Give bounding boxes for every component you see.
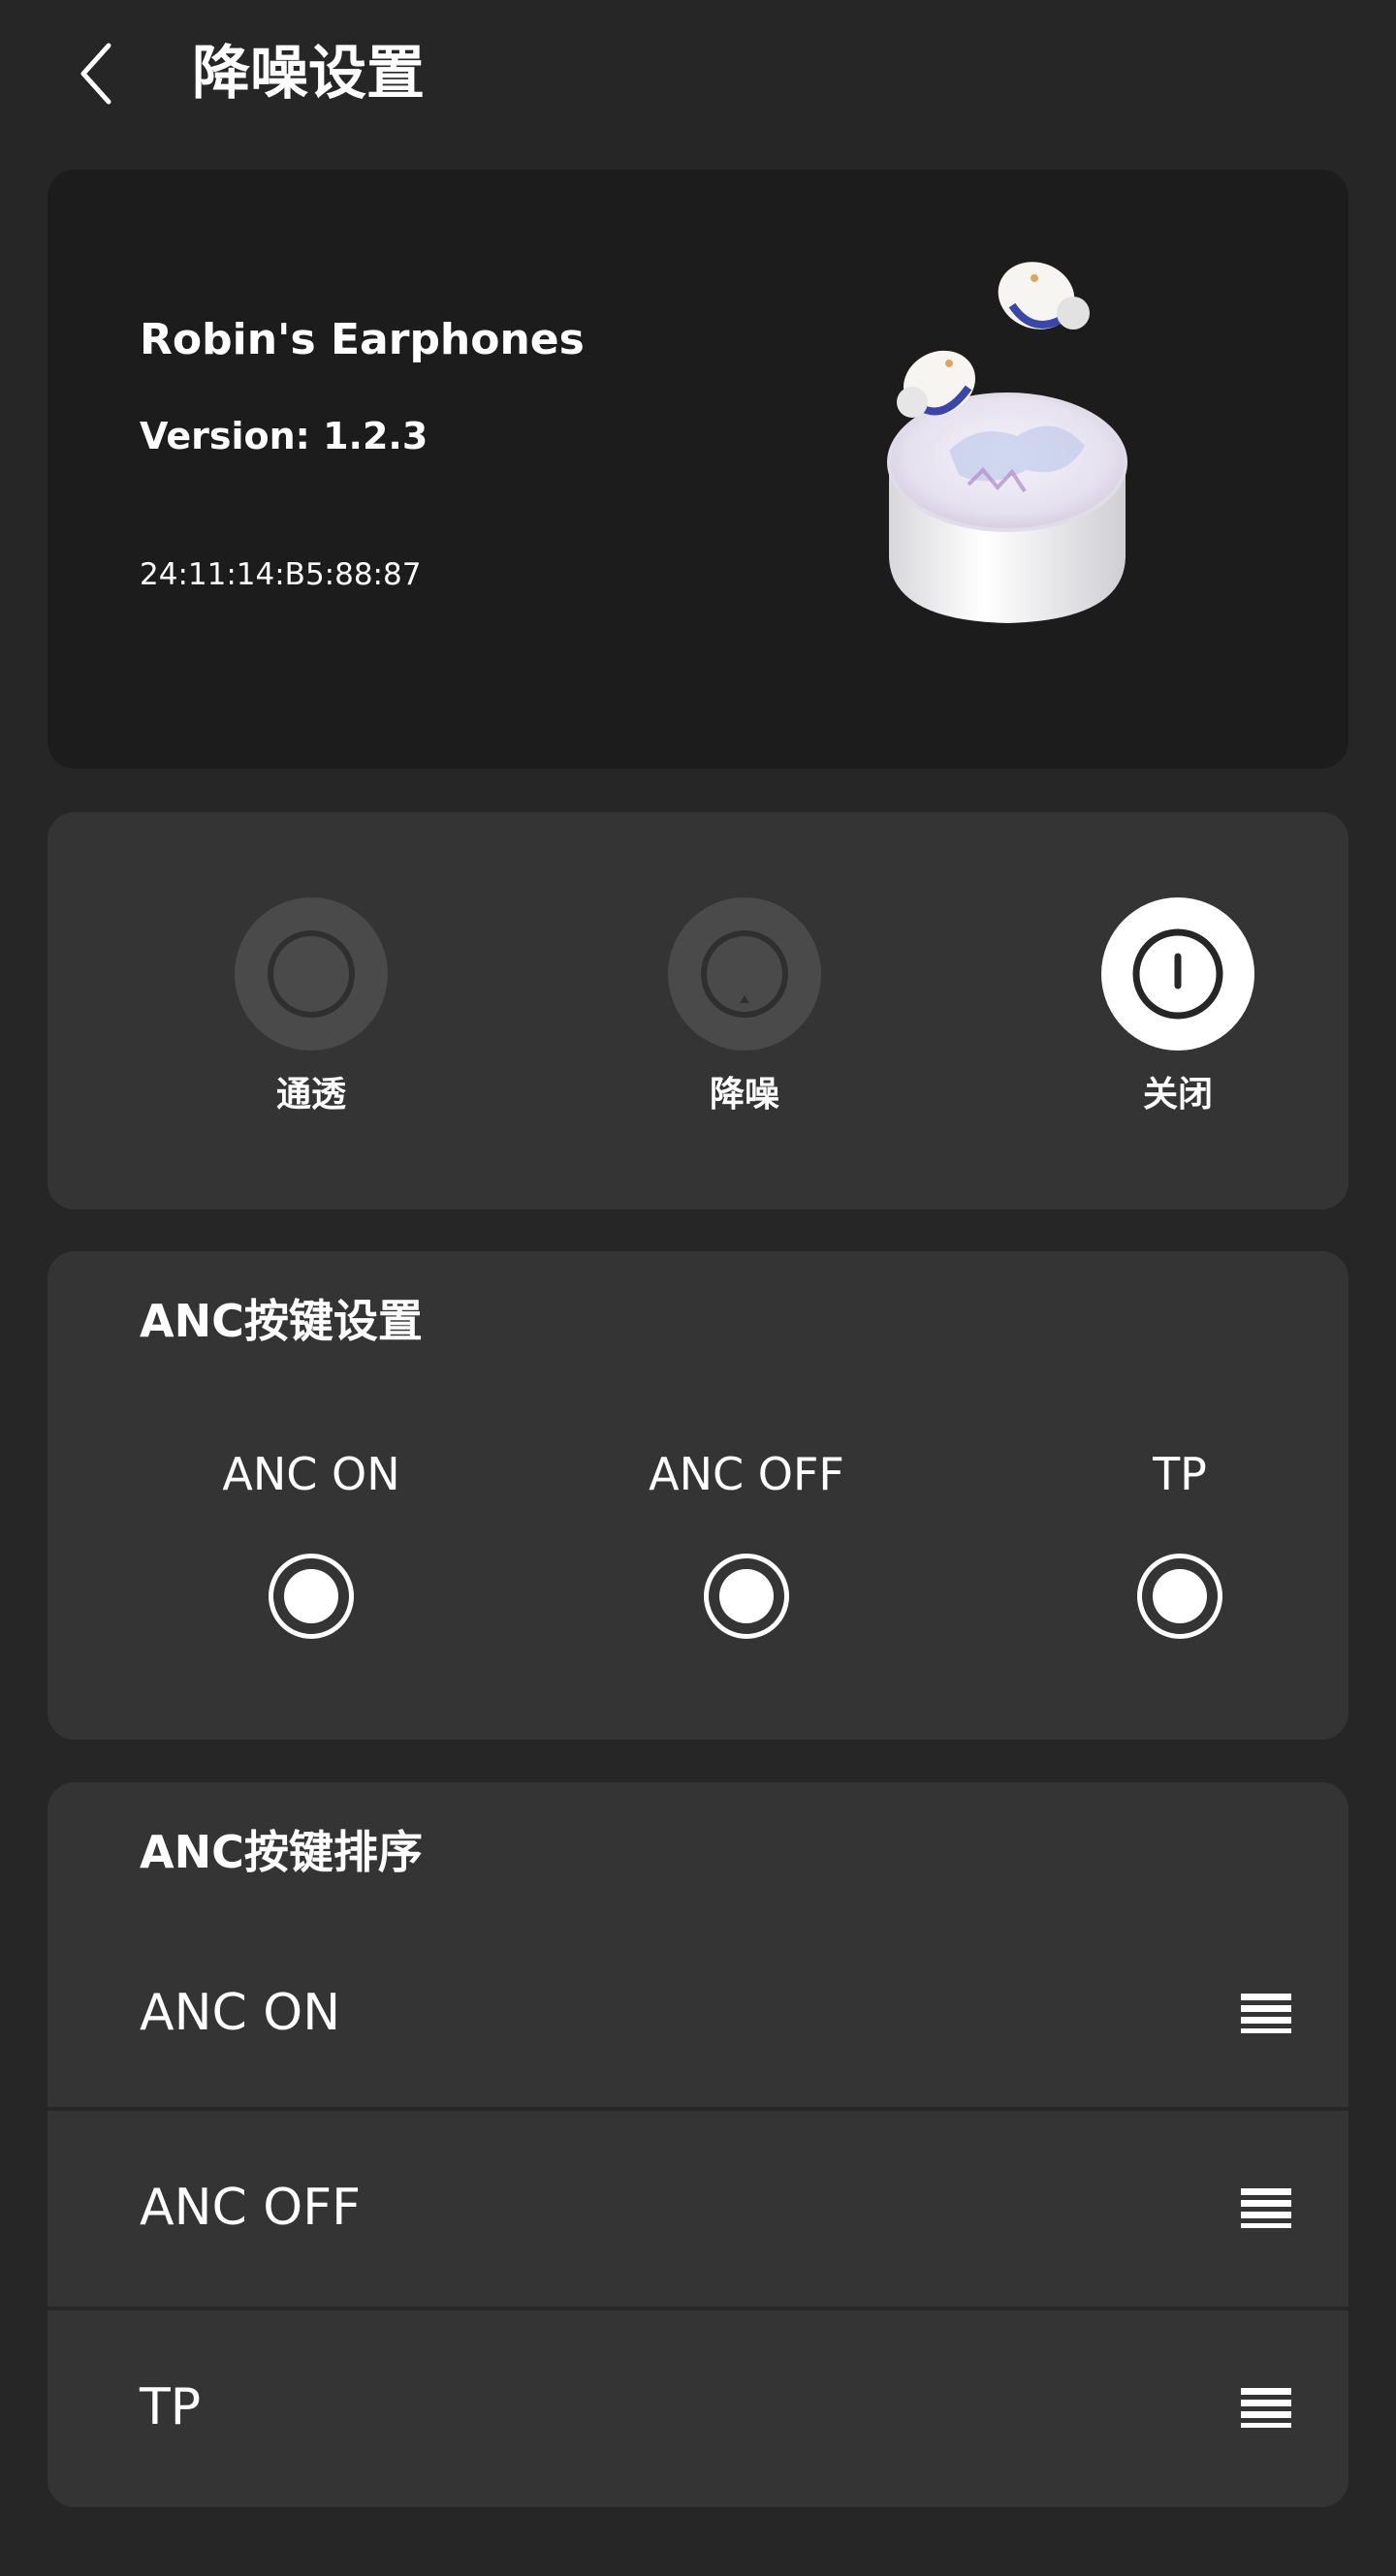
anc-key-order-title: ANC按键排序 bbox=[140, 1826, 423, 1878]
order-item-label: ANC OFF bbox=[140, 2179, 362, 2237]
anc-option-label: TP bbox=[1153, 1448, 1207, 1500]
radio-checked-dot bbox=[1153, 1569, 1207, 1623]
anc-key-order-card: ANC按键排序 ANC ON ANC OFF TP bbox=[48, 1782, 1348, 2507]
anc-option-label: ANC ON bbox=[222, 1448, 400, 1500]
mode-off-label: 关闭 bbox=[1142, 1075, 1213, 1115]
mode-transparency[interactable]: 通透 bbox=[214, 897, 408, 1116]
mode-transparency-button[interactable] bbox=[235, 897, 388, 1051]
noise-mode-card: 通透 降噪 关闭 bbox=[48, 812, 1348, 1209]
anc-option-label: ANC OFF bbox=[649, 1448, 844, 1500]
tp-radio[interactable] bbox=[1137, 1554, 1222, 1639]
mode-noise-cancel-button[interactable] bbox=[668, 897, 821, 1051]
anc-option-anc-off: ANC OFF bbox=[601, 1445, 892, 1639]
header: 降噪设置 bbox=[0, 0, 1396, 155]
noise-cancel-icon bbox=[701, 930, 788, 1018]
device-name: Robin's Earphones bbox=[140, 315, 585, 364]
radio-checked-dot bbox=[719, 1569, 774, 1623]
anc-settings-page: 降噪设置 Robin's Earphones Version: 1.2.3 24… bbox=[0, 0, 1396, 2576]
power-icon bbox=[1132, 928, 1223, 1020]
mode-noise-cancel-label: 降噪 bbox=[709, 1075, 779, 1115]
order-item-label: ANC ON bbox=[140, 1984, 341, 2042]
anc-option-tp: TP bbox=[1034, 1445, 1325, 1639]
drag-handle-icon bbox=[1241, 2388, 1291, 2428]
drag-handle-button[interactable] bbox=[1240, 2185, 1292, 2230]
anc-key-settings-card: ANC按键设置 ANC ON ANC OFF TP bbox=[48, 1251, 1348, 1740]
earphones-case-image bbox=[887, 262, 1127, 623]
anc-off-radio[interactable] bbox=[704, 1554, 789, 1639]
anc-option-anc-on: ANC ON bbox=[166, 1445, 457, 1639]
order-item-label: TP bbox=[140, 2378, 202, 2436]
mode-off[interactable]: 关闭 bbox=[1081, 897, 1275, 1116]
order-row-anc-off[interactable]: ANC OFF bbox=[48, 2107, 1348, 2305]
order-row-tp[interactable]: TP bbox=[48, 2307, 1348, 2504]
device-version: Version: 1.2.3 bbox=[140, 415, 428, 457]
mode-noise-cancel[interactable]: 降噪 bbox=[648, 897, 841, 1116]
transparency-icon bbox=[268, 930, 355, 1018]
anc-on-radio[interactable] bbox=[269, 1554, 354, 1639]
drag-handle-button[interactable] bbox=[1240, 1991, 1292, 2035]
back-button[interactable] bbox=[58, 35, 136, 112]
mode-off-button[interactable] bbox=[1101, 897, 1254, 1051]
device-mac-address: 24:11:14:B5:88:87 bbox=[140, 557, 422, 592]
radio-checked-dot bbox=[284, 1569, 338, 1623]
drag-handle-icon bbox=[1241, 1994, 1291, 2033]
drag-handle-button[interactable] bbox=[1240, 2385, 1292, 2430]
anc-key-settings-title: ANC按键设置 bbox=[140, 1295, 423, 1347]
device-info-card: Robin's Earphones Version: 1.2.3 24:11:1… bbox=[48, 170, 1348, 769]
mode-transparency-label: 通透 bbox=[275, 1075, 346, 1115]
page-title: 降噪设置 bbox=[192, 40, 425, 108]
order-row-anc-on[interactable]: ANC ON bbox=[48, 1914, 1348, 2112]
chevron-left-icon bbox=[80, 43, 111, 105]
drag-handle-icon bbox=[1241, 2188, 1291, 2228]
